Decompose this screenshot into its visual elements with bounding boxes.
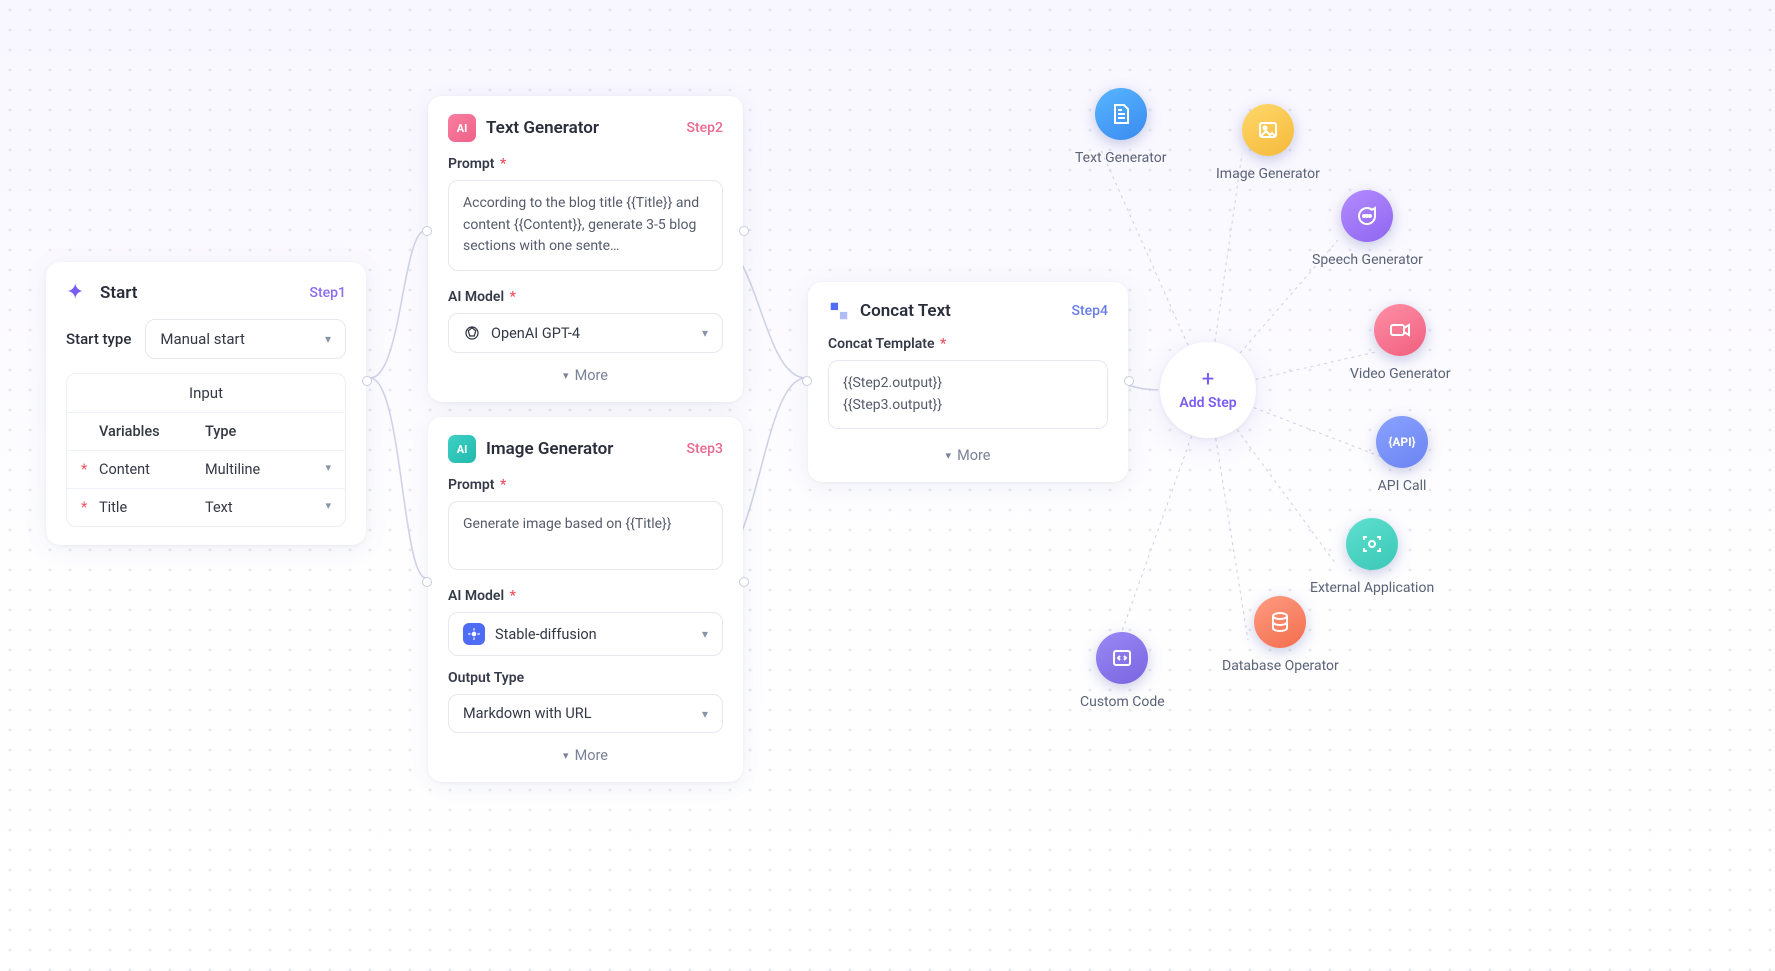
output-type-label: Output Type	[448, 670, 723, 686]
chat-icon	[1341, 190, 1393, 242]
input-port[interactable]	[802, 376, 812, 386]
start-type-label: Start type	[66, 330, 131, 348]
col-type: Type	[205, 423, 311, 440]
more-toggle[interactable]: ▾ More	[448, 747, 723, 764]
palette-api-call[interactable]: {API} API Call	[1376, 416, 1428, 494]
plus-icon: +	[1202, 369, 1214, 391]
input-row[interactable]: * Content Multiline ▾	[67, 450, 345, 488]
database-icon	[1254, 596, 1306, 648]
var-name: Title	[99, 499, 205, 516]
stable-diffusion-icon	[463, 623, 485, 645]
node-title: Image Generator	[486, 439, 613, 459]
palette-image-generator[interactable]: Image Generator	[1216, 104, 1320, 182]
chevron-down-icon: ▾	[946, 449, 952, 462]
chevron-down-icon: ▾	[563, 749, 569, 762]
video-icon	[1374, 304, 1426, 356]
prompt-label: Prompt *	[448, 156, 723, 172]
chevron-down-icon: ▾	[702, 326, 708, 340]
step-badge: Step4	[1072, 303, 1108, 319]
model-value: Stable-diffusion	[495, 626, 597, 643]
input-port[interactable]	[422, 577, 432, 587]
step-badge: Step2	[687, 120, 723, 136]
template-label: Concat Template *	[828, 336, 1108, 352]
model-select[interactable]: Stable-diffusion ▾	[448, 612, 723, 656]
output-port[interactable]	[739, 226, 749, 236]
ai-icon: AI	[448, 435, 476, 463]
required-asterisk: *	[81, 499, 99, 516]
image-generator-node[interactable]: AI Image Generator Step3 Prompt * AI Mod…	[428, 417, 743, 782]
input-row[interactable]: * Title Text ▾	[67, 488, 345, 526]
api-icon: {API}	[1376, 416, 1428, 468]
output-type-select[interactable]: Markdown with URL ▾	[448, 694, 723, 733]
openai-icon	[463, 324, 481, 342]
model-label: AI Model *	[448, 588, 723, 604]
inputs-table: Input Variables Type * Content Multiline…	[66, 373, 346, 527]
output-port[interactable]	[1124, 376, 1134, 386]
prompt-input[interactable]	[448, 180, 723, 271]
chevron-down-icon: ▾	[563, 369, 569, 382]
palette-custom-code[interactable]: Custom Code	[1080, 632, 1165, 710]
palette-text-generator[interactable]: Text Generator	[1075, 88, 1166, 166]
required-asterisk: *	[81, 461, 99, 478]
code-icon	[1096, 632, 1148, 684]
palette-database-operator[interactable]: Database Operator	[1222, 596, 1339, 674]
start-type-select[interactable]: Manual start ▾	[145, 319, 346, 359]
palette-speech-generator[interactable]: Speech Generator	[1312, 190, 1423, 268]
output-port[interactable]	[362, 376, 372, 386]
step-badge: Step1	[310, 285, 346, 301]
text-generator-node[interactable]: AI Text Generator Step2 Prompt * AI Mode…	[428, 96, 743, 402]
chevron-down-icon: ▾	[702, 707, 708, 721]
model-value: OpenAI GPT-4	[491, 325, 580, 342]
prompt-input[interactable]	[448, 501, 723, 570]
col-variables: Variables	[99, 423, 205, 440]
ai-icon: AI	[448, 114, 476, 142]
start-title: Start	[100, 283, 137, 303]
model-label: AI Model *	[448, 289, 723, 305]
output-port[interactable]	[739, 577, 749, 587]
node-title: Text Generator	[486, 118, 599, 138]
add-step-button[interactable]: + Add Step	[1160, 342, 1256, 438]
image-icon	[1242, 104, 1294, 156]
var-type: Multiline	[205, 461, 311, 478]
sparkle-icon: ✦	[66, 280, 90, 305]
start-type-value: Manual start	[160, 330, 245, 348]
scan-icon	[1346, 518, 1398, 570]
prompt-label: Prompt *	[448, 477, 723, 493]
step-badge: Step3	[687, 441, 723, 457]
chevron-down-icon: ▾	[311, 461, 331, 478]
node-title: Concat Text	[860, 301, 951, 321]
palette-video-generator[interactable]: Video Generator	[1350, 304, 1450, 382]
chevron-down-icon: ▾	[311, 499, 331, 516]
add-step-label: Add Step	[1179, 395, 1236, 411]
template-input[interactable]	[828, 360, 1108, 429]
document-icon	[1095, 88, 1147, 140]
concat-text-node[interactable]: Concat Text Step4 Concat Template * ▾ Mo…	[808, 282, 1128, 482]
var-name: Content	[99, 461, 205, 478]
start-node[interactable]: ✦ Start Step1 Start type Manual start ▾ …	[46, 262, 366, 545]
more-toggle[interactable]: ▾ More	[828, 447, 1108, 464]
concat-icon	[828, 300, 850, 322]
chevron-down-icon: ▾	[325, 332, 331, 346]
inputs-title: Input	[67, 374, 345, 412]
more-toggle[interactable]: ▾ More	[448, 367, 723, 384]
model-select[interactable]: OpenAI GPT-4 ▾	[448, 313, 723, 353]
palette-external-application[interactable]: External Application	[1310, 518, 1434, 596]
chevron-down-icon: ▾	[702, 627, 708, 641]
var-type: Text	[205, 499, 311, 516]
output-type-value: Markdown with URL	[463, 705, 592, 722]
input-port[interactable]	[422, 226, 432, 236]
